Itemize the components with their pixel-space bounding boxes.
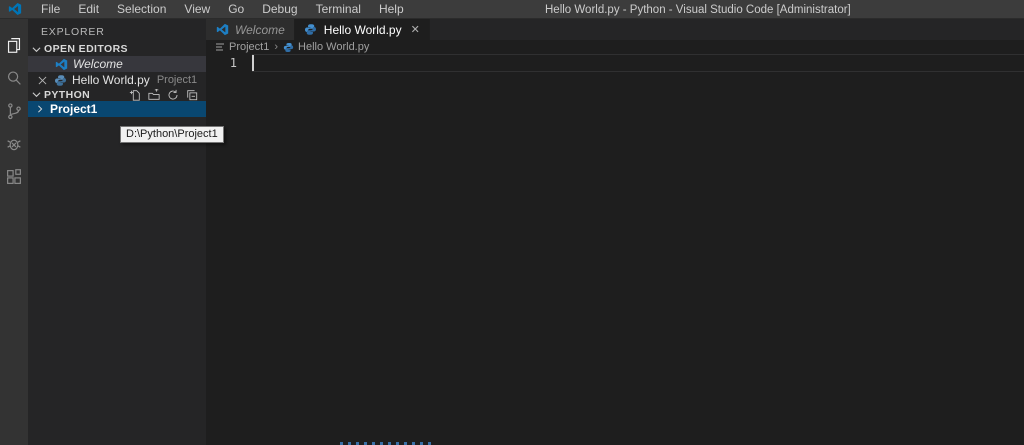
tab-welcome[interactable]: Welcome xyxy=(206,19,295,40)
files-icon xyxy=(7,37,21,53)
python-file-icon xyxy=(283,42,294,53)
chevron-right-icon xyxy=(36,105,44,113)
debug-bug-icon xyxy=(7,139,21,150)
vscode-logo-icon xyxy=(54,57,68,71)
tab-bar: Welcome Hello World.py ✕ xyxy=(206,19,1024,40)
python-file-icon xyxy=(53,73,67,87)
text-cursor xyxy=(252,55,254,71)
tab-hello-world[interactable]: Hello World.py ✕ xyxy=(294,19,430,40)
refresh-icon[interactable] xyxy=(167,89,179,101)
title-bar: File Edit Selection View Go Debug Termin… xyxy=(0,0,1024,19)
current-line-highlight xyxy=(252,54,1024,72)
menu-edit[interactable]: Edit xyxy=(69,0,108,18)
breadcrumb-separator: › xyxy=(274,41,279,53)
close-icon[interactable]: ✕ xyxy=(411,23,420,36)
open-editor-label: Welcome xyxy=(73,57,123,71)
activity-explorer-button[interactable] xyxy=(0,28,28,61)
python-section-label: PYTHON xyxy=(44,88,91,101)
menu-view[interactable]: View xyxy=(175,0,219,18)
path-tooltip: D:\Python\Project1 xyxy=(120,126,224,143)
menu-debug[interactable]: Debug xyxy=(253,0,306,18)
menu-help[interactable]: Help xyxy=(370,0,413,18)
breadcrumb: Project1 › Hello World.py xyxy=(206,40,1024,54)
window-title: Hello World.py - Python - Visual Studio … xyxy=(545,3,851,16)
open-editors-label: OPEN EDITORS xyxy=(44,43,128,55)
vscode-logo-icon xyxy=(8,2,23,17)
activity-source-control-button[interactable] xyxy=(0,94,28,127)
python-section-header[interactable]: PYTHON xyxy=(28,88,206,101)
open-editor-label: Hello World.py xyxy=(72,73,150,87)
open-editors-header[interactable]: OPEN EDITORS xyxy=(28,42,206,56)
open-editor-item-hello-world[interactable]: Hello World.py Project1 xyxy=(28,72,206,88)
new-file-icon[interactable] xyxy=(129,89,141,101)
sidebar-title: EXPLORER xyxy=(41,26,105,38)
new-folder-icon[interactable] xyxy=(148,88,160,101)
close-icon[interactable] xyxy=(36,74,49,87)
section-actions xyxy=(129,88,206,101)
tree-item-label: Project1 xyxy=(50,102,98,116)
explorer-sidebar: EXPLORER OPEN EDITORS Welcome Hello Worl… xyxy=(28,19,206,445)
extensions-icon xyxy=(7,168,21,184)
menu-file[interactable]: File xyxy=(32,0,69,18)
python-file-icon xyxy=(304,23,318,37)
breadcrumb-item-file[interactable]: Hello World.py xyxy=(298,41,369,53)
tab-label: Welcome xyxy=(235,22,285,37)
editor-group: Welcome Hello World.py ✕ Project1 › Hell… xyxy=(206,19,1024,445)
open-editor-detail: Project1 xyxy=(156,74,198,86)
editor-gutter: 1 xyxy=(206,54,252,72)
tab-label: Hello World.py xyxy=(323,22,402,37)
symbol-list-icon xyxy=(215,42,225,52)
breadcrumb-item-project1[interactable]: Project1 xyxy=(229,41,269,53)
tree-item-project1[interactable]: Project1 xyxy=(28,101,206,117)
open-editor-item-welcome[interactable]: Welcome xyxy=(28,56,206,72)
menu-go[interactable]: Go xyxy=(219,0,253,18)
git-branch-icon xyxy=(8,102,21,119)
chevron-down-icon xyxy=(28,45,44,54)
collapse-all-icon[interactable] xyxy=(186,89,198,101)
menu-terminal[interactable]: Terminal xyxy=(307,0,370,18)
chevron-down-icon xyxy=(28,90,44,99)
activity-extensions-button[interactable] xyxy=(0,160,28,193)
vscode-logo-icon xyxy=(215,23,229,37)
activity-search-button[interactable] xyxy=(0,61,28,94)
activity-debug-button[interactable] xyxy=(0,127,28,160)
activity-bar xyxy=(0,19,28,445)
menu-selection[interactable]: Selection xyxy=(108,0,175,18)
search-icon xyxy=(7,71,21,85)
line-number: 1 xyxy=(229,56,237,70)
code-editor[interactable]: 1 xyxy=(206,54,1024,445)
